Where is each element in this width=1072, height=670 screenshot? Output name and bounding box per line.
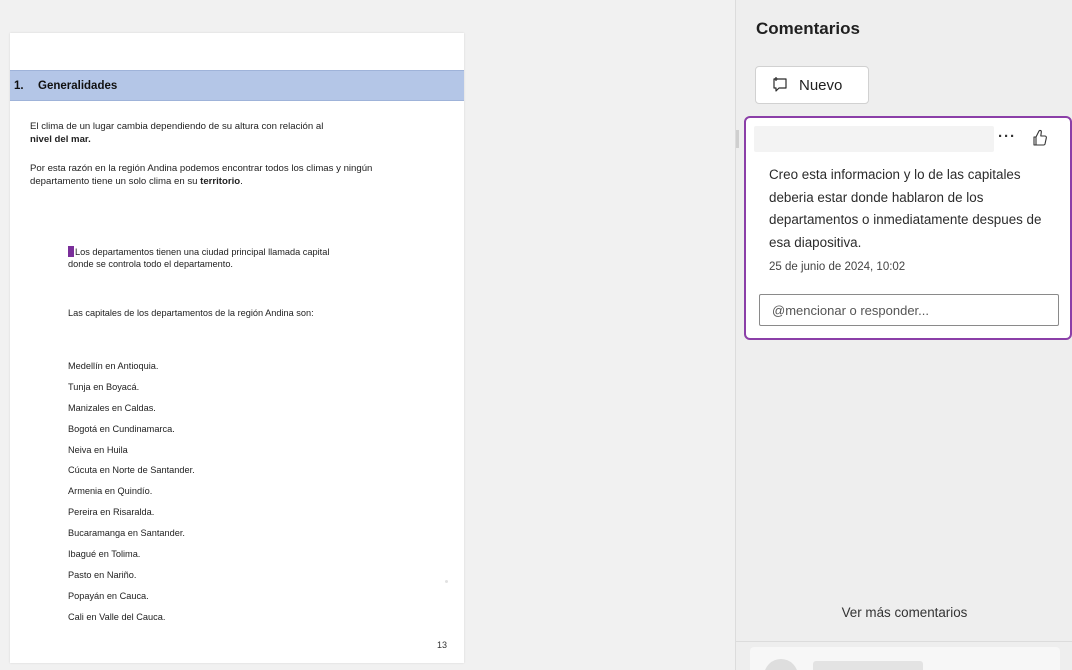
- list-item: Cali en Valle del Cauca.: [68, 611, 166, 622]
- paragraph-capital-intro[interactable]: Los departamentos tienen una ciudad prin…: [68, 246, 338, 270]
- list-item: Popayán en Cauca.: [68, 590, 149, 601]
- comment-author-placeholder: [754, 126, 994, 152]
- list-item: Pasto en Nariño.: [68, 569, 137, 580]
- paragraph-altitude-text: El clima de un lugar cambia dependiendo …: [30, 121, 324, 132]
- list-item: Medellín en Antioquia.: [68, 361, 159, 371]
- comment-author-placeholder: [813, 661, 923, 670]
- paragraph-capitals-list-intro: Las capitales de los departamentos de la…: [68, 308, 314, 318]
- heading-number: 1.: [14, 80, 24, 92]
- decorative-dot: [445, 580, 448, 583]
- comment-card[interactable]: ··· Creo esta informacion y lo de las ca…: [744, 116, 1072, 340]
- paragraph-climates: Por esta razón en la región Andina podem…: [30, 163, 430, 188]
- comment-timestamp: 25 de junio de 2024, 10:02: [769, 261, 906, 273]
- list-item: Bogotá en Cundinamarca.: [68, 423, 175, 434]
- new-comment-label: Nuevo: [799, 76, 843, 94]
- paragraph-climates-end: .: [240, 175, 243, 187]
- list-item: Ibagué en Tolima.: [68, 549, 141, 560]
- comment-body: Creo esta informacion y lo de las capita…: [769, 167, 1042, 250]
- paragraph-climates-bold: territorio: [200, 175, 241, 187]
- heading-title: Generalidades: [38, 80, 118, 92]
- list-item: Armenia en Quindío.: [68, 486, 153, 497]
- new-comment-button[interactable]: Nuevo: [755, 66, 869, 104]
- section-heading: 1. Generalidades: [10, 70, 464, 101]
- document-canvas: 1. Generalidades El clima de un lugar ca…: [0, 0, 735, 670]
- list-item: Manizales en Caldas.: [68, 402, 156, 413]
- capitals-list: Medellín en Antioquia. Tunja en Boyacá. …: [68, 356, 195, 628]
- like-icon[interactable]: [1030, 128, 1054, 150]
- paragraph-capital-rest: s departamentos tienen una ciudad princi…: [68, 247, 330, 269]
- avatar: [764, 659, 798, 670]
- reply-input[interactable]: [759, 294, 1059, 326]
- list-item: Bucaramanga en Santander.: [68, 528, 185, 539]
- comment-anchor-marker[interactable]: [68, 246, 74, 257]
- pane-title: Comentarios: [756, 19, 860, 38]
- new-comment-icon: [773, 77, 787, 92]
- see-more-comments-link[interactable]: Ver más comentarios: [736, 605, 1072, 620]
- list-item: Pereira en Risaralda.: [68, 507, 155, 518]
- list-item: Cúcuta en Norte de Santander.: [68, 465, 195, 476]
- paragraph-altitude: El clima de un lugar cambia dependiendo …: [30, 121, 430, 146]
- paragraph-altitude-bold: nivel del mar.: [30, 133, 91, 145]
- paragraph-capital-lead: Lo: [75, 247, 86, 257]
- list-item: Tunja en Boyacá.: [68, 381, 140, 392]
- slide-page[interactable]: 1. Generalidades El clima de un lugar ca…: [10, 33, 464, 663]
- more-options-icon[interactable]: ···: [995, 128, 1019, 150]
- page-number: 13: [436, 640, 447, 650]
- comments-pane: Comentarios Nuevo ··· Creo esta informac…: [735, 0, 1072, 670]
- list-item: Neiva en Huila: [68, 444, 128, 455]
- card-connector: [736, 130, 739, 148]
- pane-divider: [736, 641, 1072, 642]
- next-comment-card[interactable]: [750, 647, 1060, 670]
